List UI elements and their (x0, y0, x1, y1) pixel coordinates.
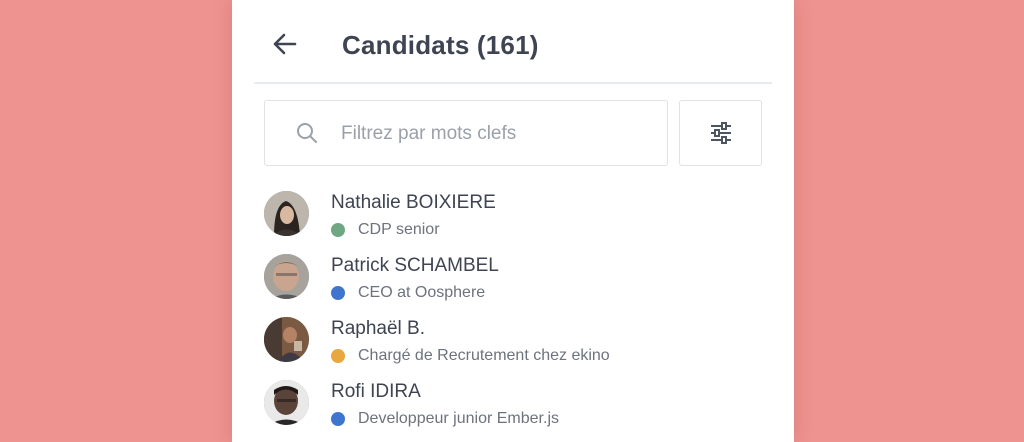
candidates-panel: Candidats (161) Filtrez par mots clefs N… (232, 0, 794, 442)
back-button[interactable] (262, 22, 306, 66)
candidate-name: Rofi IDIRA (331, 381, 421, 402)
candidate-name: Patrick SCHAMBEL (331, 255, 499, 276)
avatar (264, 191, 309, 236)
candidate-row[interactable]: Nathalie BOIXIERE CDP senior (232, 186, 794, 248)
candidate-title: Developpeur junior Ember.js (358, 410, 559, 427)
candidate-title: CDP senior (358, 221, 440, 238)
search-box[interactable] (264, 100, 668, 166)
candidate-status: Developpeur junior Ember.js (331, 410, 559, 428)
header: Candidats (161) (254, 0, 772, 84)
arrow-left-icon (273, 33, 297, 55)
avatar (264, 254, 309, 299)
avatar (264, 317, 309, 362)
candidate-title: Chargé de Recrutement chez ekino (358, 347, 610, 364)
avatar (264, 380, 309, 425)
candidate-status: CEO at Oosphere (331, 284, 485, 302)
candidate-row[interactable]: Patrick SCHAMBEL CEO at Oosphere (232, 249, 794, 311)
candidate-status: CDP senior (331, 221, 440, 239)
status-dot (331, 412, 345, 426)
candidate-name: Raphaël B. (331, 318, 426, 339)
search-icon (297, 123, 317, 143)
sliders-icon (710, 122, 731, 144)
candidate-row[interactable]: Rofi IDIRA Developpeur junior Ember.js (232, 375, 794, 437)
page-title: Candidats (161) (342, 30, 539, 60)
status-dot (331, 223, 345, 237)
search-input[interactable] (341, 119, 641, 149)
candidate-name: Nathalie BOIXIERE (331, 192, 496, 213)
filter-button[interactable] (679, 100, 762, 166)
candidate-status: Chargé de Recrutement chez ekino (331, 347, 610, 365)
candidate-title: CEO at Oosphere (358, 284, 486, 301)
status-dot (331, 286, 345, 300)
status-dot (331, 349, 345, 363)
candidate-row[interactable]: Raphaël B. Chargé de Recrutement chez ek… (232, 312, 794, 374)
